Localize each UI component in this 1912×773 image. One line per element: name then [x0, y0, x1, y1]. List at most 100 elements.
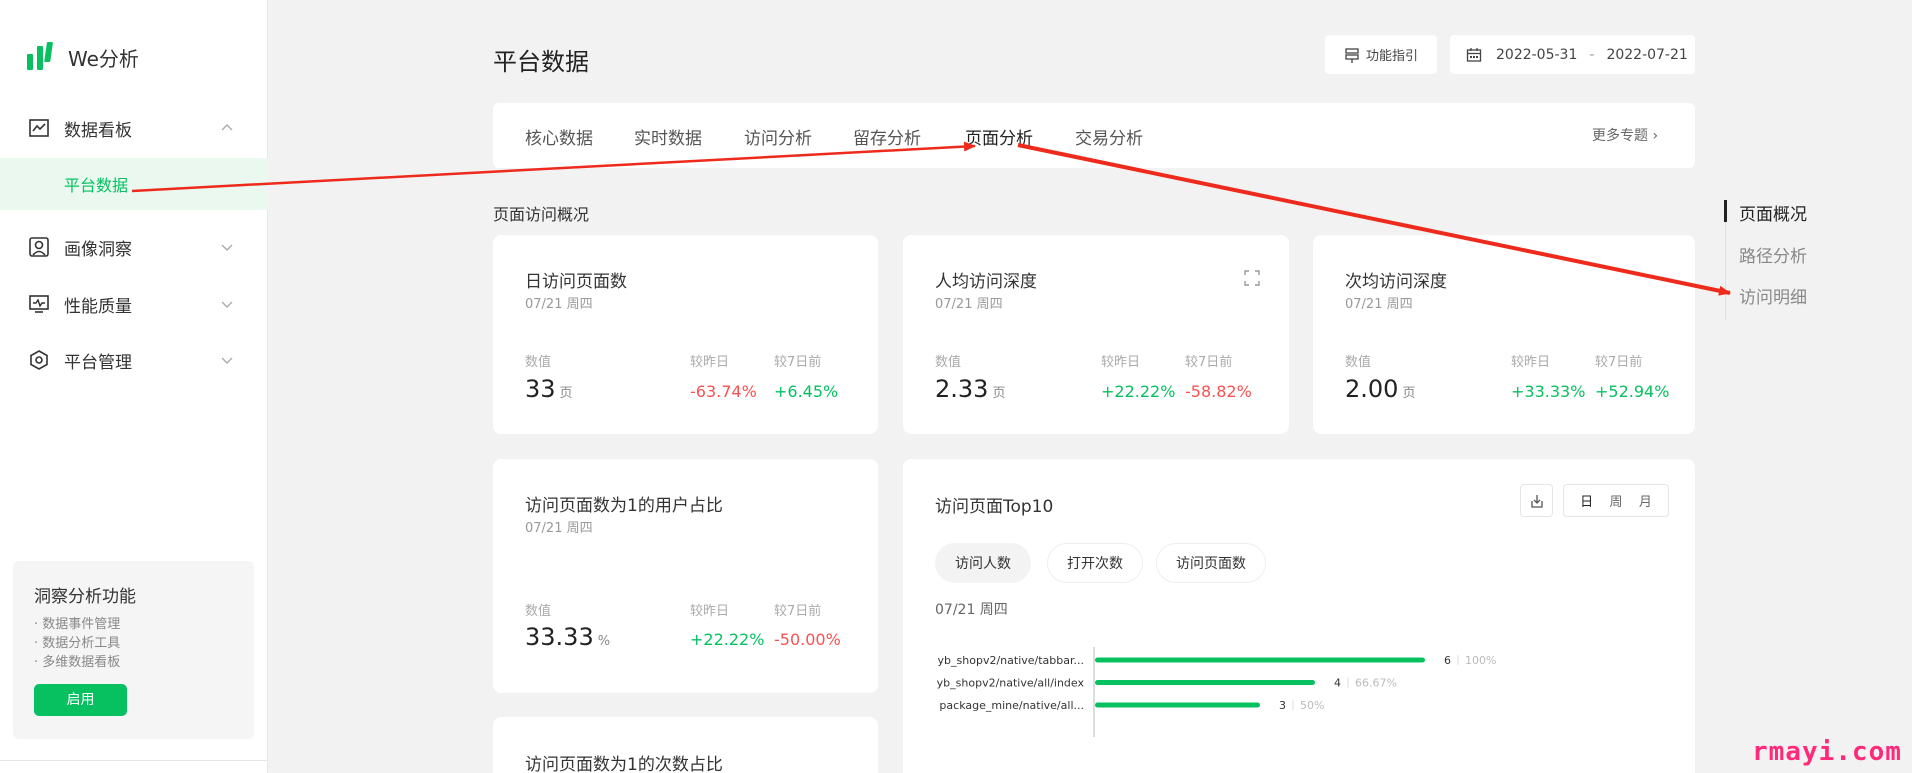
card-title: 次均访问深度	[1345, 272, 1447, 292]
metric-unit: 页	[992, 386, 1006, 401]
promo-item: · 数据事件管理	[34, 617, 121, 632]
vs-7days-label: 较7日前	[1595, 355, 1643, 370]
logo-icon	[27, 42, 53, 70]
metric-unit: 页	[1402, 386, 1416, 401]
change-vs-7days: -58.82%	[1185, 382, 1252, 401]
card-date: 07/21 周四	[935, 297, 1003, 312]
app-logo[interactable]: We分析	[26, 42, 139, 72]
guide-label: 功能指引	[1365, 49, 1418, 64]
change-vs-7days: -50.00%	[774, 630, 841, 649]
anchor-page-overview[interactable]: 页面概况	[1739, 200, 1807, 225]
top10-pages-card: 访问页面Top10 日 周 月 访问人数 打开次数 访问页面数 07/21 周四…	[903, 459, 1695, 773]
feature-guide-button[interactable]: 功能指引	[1325, 35, 1437, 74]
vs-yesterday-label: 较昨日	[1511, 355, 1551, 370]
anchor-active-indicator	[1724, 200, 1727, 222]
tab-realtime-data[interactable]: 实时数据	[634, 124, 702, 149]
date-range-picker[interactable]: 2022-05-31 - 2022-07-21	[1450, 35, 1695, 74]
metric-card-per-user-depth: 人均访问深度 07/21 周四 数值 较昨日 较7日前 2.33 页 +22.22…	[903, 235, 1289, 434]
period-day[interactable]: 日	[1580, 491, 1593, 510]
metric-number: 2.00	[1345, 375, 1399, 403]
metric-number: 33	[525, 375, 556, 403]
metric-number: 2.33	[935, 375, 989, 403]
chevron-down-icon	[221, 244, 233, 251]
metric-card-daily-pages: 日访问页面数 07/21 周四 数值 较昨日 较7日前 33 页 -63.74% …	[493, 235, 878, 434]
period-month[interactable]: 月	[1639, 491, 1652, 510]
app-name: We分析	[68, 46, 139, 71]
expand-icon[interactable]	[1243, 269, 1261, 287]
value-label: 4	[1334, 677, 1341, 690]
percent-label: 50%	[1300, 699, 1324, 712]
date-separator: -	[1589, 46, 1595, 63]
monitor-icon	[29, 295, 49, 313]
value-label: 数值	[525, 355, 552, 370]
calendar-icon	[1466, 47, 1482, 62]
enable-button[interactable]: 启用	[34, 684, 127, 716]
more-topics-link[interactable]: 更多专题 ›	[1592, 125, 1658, 145]
metric-value: 2.00 页	[1345, 375, 1415, 403]
period-week[interactable]: 周	[1609, 491, 1622, 510]
vs-7days-label: 较7日前	[1185, 355, 1233, 370]
pill-pages[interactable]: 访问页面数	[1156, 543, 1266, 583]
bar	[1095, 702, 1260, 708]
value-label: 数值	[1345, 355, 1372, 370]
card-title: 访问页面Top10	[935, 497, 1054, 517]
divider	[0, 760, 268, 761]
sidebar-item-portrait[interactable]: 画像洞察	[0, 224, 268, 270]
sidebar-subitem-platform-data[interactable]: 平台数据	[0, 158, 268, 210]
pill-opens[interactable]: 打开次数	[1047, 543, 1143, 583]
period-toggle: 日 周 月	[1563, 484, 1669, 517]
sidebar-item-label: 平台管理	[64, 352, 132, 373]
signpost-icon	[1345, 47, 1359, 63]
promo-item: · 数据分析工具	[34, 636, 121, 651]
sidebar-item-management[interactable]: 平台管理	[0, 337, 268, 383]
card-title: 日访问页面数	[525, 272, 627, 292]
sidebar-item-label: 数据看板	[64, 120, 132, 141]
value-label: 3	[1279, 699, 1286, 712]
value-label: 数值	[935, 355, 962, 370]
category-label: yb_shopv2/native/tabbar...	[938, 654, 1084, 667]
promo-item: · 多维数据看板	[34, 655, 121, 670]
metric-value: 2.33 页	[935, 375, 1005, 403]
card-title: 人均访问深度	[935, 272, 1037, 292]
tab-transaction-analysis[interactable]: 交易分析	[1075, 124, 1143, 149]
chevron-down-icon	[221, 357, 233, 364]
vs-7days-label: 较7日前	[774, 604, 822, 619]
chevron-up-icon	[221, 124, 233, 131]
anchor-path-analysis[interactable]: 路径分析	[1739, 242, 1807, 267]
card-title: 访问页面数为1的次数占比	[525, 755, 723, 773]
chart-date: 07/21 周四	[935, 602, 1008, 618]
tab-visit-analysis[interactable]: 访问分析	[744, 124, 812, 149]
download-button[interactable]	[1520, 484, 1553, 517]
bar	[1095, 680, 1315, 685]
download-icon	[1530, 494, 1543, 508]
chevron-down-icon	[221, 301, 233, 308]
card-date: 07/21 周四	[1345, 297, 1413, 312]
anchor-visit-detail[interactable]: 访问明细	[1739, 283, 1807, 308]
page-title: 平台数据	[493, 48, 589, 76]
value-label: 数值	[525, 604, 552, 619]
date-end: 2022-07-21	[1606, 46, 1688, 63]
tab-page-analysis[interactable]: 页面分析	[965, 124, 1033, 149]
percent-label: 100%	[1465, 654, 1496, 667]
promo-title: 洞察分析功能	[34, 587, 136, 607]
change-vs-7days: +52.94%	[1595, 382, 1670, 401]
sidebar-item-dashboard[interactable]: 数据看板	[0, 105, 268, 151]
metric-card-per-session-depth: 次均访问深度 07/21 周四 数值 较昨日 较7日前 2.00 页 +33.33…	[1313, 235, 1695, 434]
pill-visitors[interactable]: 访问人数	[935, 543, 1031, 583]
date-start: 2022-05-31	[1496, 46, 1578, 63]
vs-yesterday-label: 较昨日	[690, 355, 730, 370]
value-label: 6	[1444, 654, 1451, 667]
change-vs-yesterday: +22.22%	[690, 630, 765, 649]
change-vs-7days: +6.45%	[774, 382, 839, 401]
percent-label: 66.67%	[1355, 677, 1397, 690]
sidebar-item-performance[interactable]: 性能质量	[0, 281, 268, 327]
tab-retention-analysis[interactable]: 留存分析	[853, 124, 921, 149]
watermark: rmayi.com	[1752, 737, 1902, 767]
top10-bar-chart: yb_shopv2/native/tabbar... 6 100% yb_shopv2…	[937, 647, 1496, 737]
sidebar-subitem-label: 平台数据	[64, 176, 129, 195]
card-date: 07/21 周四	[525, 297, 593, 312]
sidebar-item-label: 性能质量	[64, 296, 132, 317]
tab-core-data[interactable]: 核心数据	[525, 124, 593, 149]
analysis-tabs: 核心数据 实时数据 访问分析 留存分析 页面分析 交易分析 更多专题 ›	[493, 103, 1695, 168]
card-title: 访问页面数为1的用户占比	[525, 496, 723, 516]
